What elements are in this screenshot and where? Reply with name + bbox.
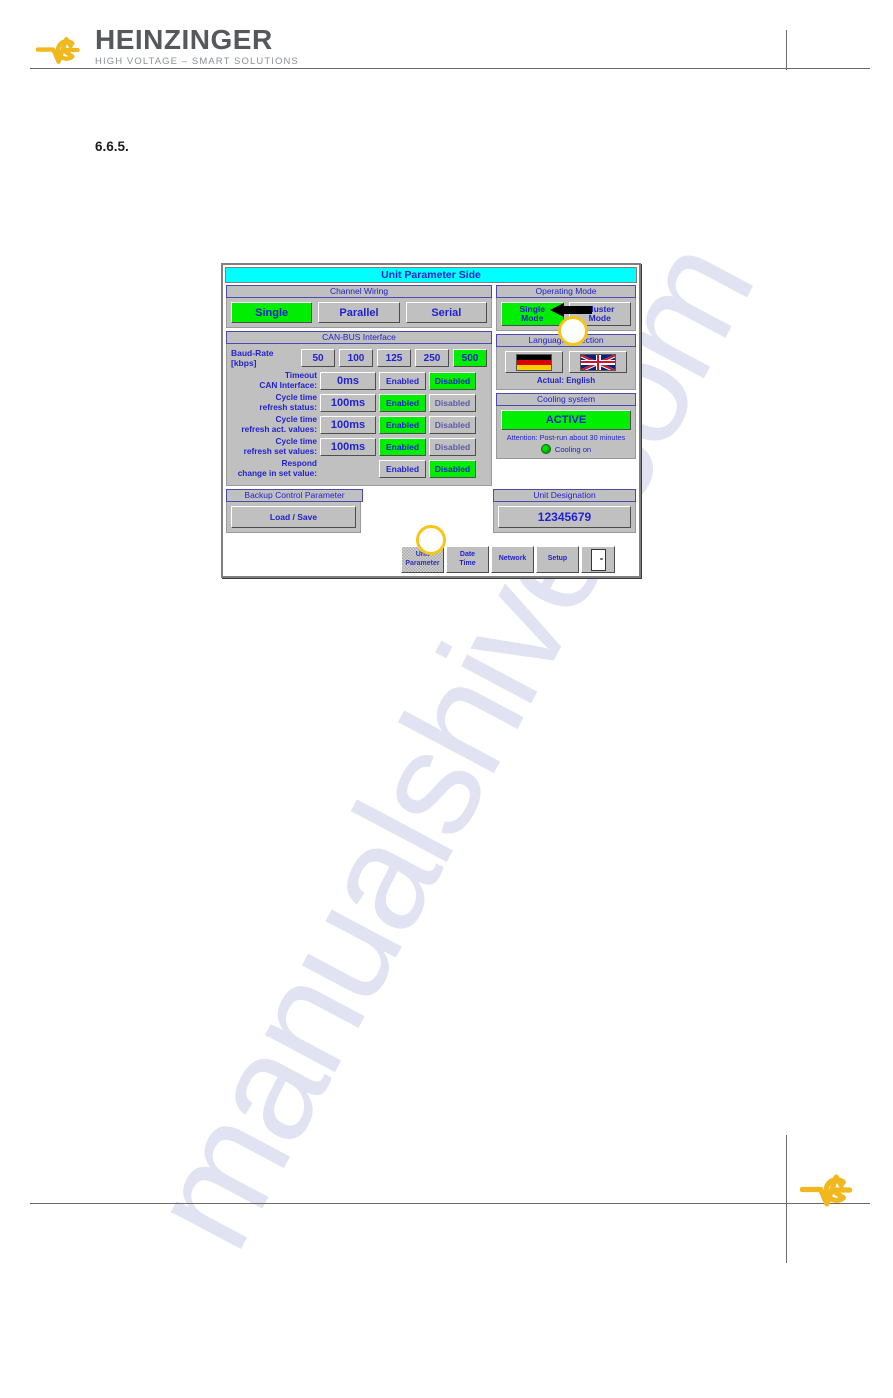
baud-rate-label: Baud-Rate [kbps] xyxy=(231,348,274,368)
header-rule xyxy=(30,68,870,69)
tab-unit-parameter-line2: Parameter xyxy=(405,559,440,567)
tab-date-time-line1: Date xyxy=(459,551,476,558)
language-button-english[interactable] xyxy=(569,351,627,373)
param-value-cycle-refresh-status[interactable]: 100ms xyxy=(320,393,376,412)
brand-name: HEINZINGER xyxy=(95,24,273,55)
baud-option-250[interactable]: 250 xyxy=(415,349,449,367)
canbus-group: CAN-BUS Interface Baud-Rate [kbps] 50 10… xyxy=(226,331,492,486)
param-label-respond-change-in-set-value: Respond change in set value: xyxy=(231,458,317,478)
load-save-button[interactable]: Load / Save xyxy=(231,506,356,528)
english-flag-icon xyxy=(580,353,616,371)
param-row-cycle-refresh-act-values: Cycle time refresh act. values: 100ms En… xyxy=(231,414,487,434)
canbus-header: CAN-BUS Interface xyxy=(226,331,492,344)
cooling-on-label: Cooling on xyxy=(554,444,592,454)
param-value-placeholder xyxy=(320,460,376,478)
param-row-cycle-refresh-status: Cycle time refresh status: 100ms Enabled… xyxy=(231,392,487,412)
language-actual-label: Actual: English xyxy=(536,376,596,385)
param-disabled-cycle-refresh-set-values[interactable]: Disabled xyxy=(429,437,476,456)
operating-mode-header: Operating Mode xyxy=(496,285,636,298)
tab-date-time[interactable]: Date Time xyxy=(446,546,489,573)
param-label-line2: refresh set values: xyxy=(243,445,317,456)
param-label-cycle-refresh-act-values: Cycle time refresh act. values: xyxy=(231,414,317,434)
footer-rule xyxy=(30,1203,870,1204)
cooling-system-header: Cooling system xyxy=(496,393,636,406)
document-page: HEINZINGER HIGH VOLTAGE – SMART SOLUTION… xyxy=(0,0,893,1273)
param-enabled-timeout-can-interface[interactable]: Enabled xyxy=(379,371,426,390)
param-value-cycle-refresh-act-values[interactable]: 100ms xyxy=(320,415,376,434)
param-label-line2: refresh act. values: xyxy=(241,423,317,434)
param-label-cycle-refresh-set-values: Cycle time refresh set values: xyxy=(231,436,317,456)
header-vertical-rule xyxy=(786,30,787,70)
door-exit-icon xyxy=(590,548,606,571)
cooling-status-button[interactable]: ACTIVE xyxy=(501,410,631,430)
backup-control-parameter-group: Backup Control Parameter Load / Save xyxy=(226,489,363,533)
param-label-line2: CAN Interface: xyxy=(259,379,317,390)
footer-logomark-icon xyxy=(800,1174,853,1207)
param-label-line2: refresh status: xyxy=(259,401,317,412)
backup-control-parameter-header: Backup Control Parameter xyxy=(226,489,363,502)
param-label-line2: change in set value: xyxy=(237,467,317,478)
tab-date-time-line2: Time xyxy=(459,559,476,567)
hmi-title-bar: Unit Parameter Side xyxy=(225,267,637,283)
heinzinger-logomark-icon xyxy=(36,36,80,64)
annotation-circle-unit-parameter-tab xyxy=(416,525,446,555)
param-label-timeout-can-interface: Timeout CAN Interface: xyxy=(231,370,317,390)
unit-designation-value[interactable]: 12345679 xyxy=(498,506,631,528)
channel-wiring-option-serial[interactable]: Serial xyxy=(405,302,487,323)
channel-wiring-option-single[interactable]: Single xyxy=(231,302,313,323)
param-disabled-timeout-can-interface[interactable]: Disabled xyxy=(429,371,476,390)
param-enabled-respond-change-in-set-value[interactable]: Enabled xyxy=(379,459,426,478)
cooling-on-led-icon xyxy=(540,444,551,454)
param-value-cycle-refresh-set-values[interactable]: 100ms xyxy=(320,437,376,456)
param-value-timeout-can-interface[interactable]: 0ms xyxy=(320,371,376,390)
tab-setup[interactable]: Setup xyxy=(536,546,579,573)
baud-option-50[interactable]: 50 xyxy=(301,349,335,367)
param-enabled-cycle-refresh-status[interactable]: Enabled xyxy=(379,393,426,412)
param-row-respond-change-in-set-value: Respond change in set value: Enabled Dis… xyxy=(231,458,487,478)
cooling-note: Attention: Post-run about 30 minutes xyxy=(506,433,626,442)
baud-rate-row: Baud-Rate [kbps] 50 100 125 250 500 xyxy=(231,348,487,368)
param-disabled-respond-change-in-set-value[interactable]: Disabled xyxy=(429,459,476,478)
tab-exit[interactable] xyxy=(581,546,615,573)
operating-mode-single-line2: Mode xyxy=(521,313,544,323)
param-row-timeout-can-interface: Timeout CAN Interface: 0ms Enabled Disab… xyxy=(231,370,487,390)
param-disabled-cycle-refresh-act-values[interactable]: Disabled xyxy=(429,415,476,434)
baud-option-125[interactable]: 125 xyxy=(377,349,411,367)
language-button-german[interactable] xyxy=(505,351,563,373)
cooling-system-group: Cooling system ACTIVE Attention: Post-ru… xyxy=(496,393,636,459)
tab-network[interactable]: Network xyxy=(491,546,534,573)
unit-designation-header: Unit Designation xyxy=(493,489,636,502)
param-enabled-cycle-refresh-act-values[interactable]: Enabled xyxy=(379,415,426,434)
section-number: 6.6.5. xyxy=(95,139,129,154)
channel-wiring-option-parallel[interactable]: Parallel xyxy=(318,302,400,323)
footer-vertical-rule xyxy=(786,1135,787,1263)
channel-wiring-header: Channel Wiring xyxy=(226,285,492,298)
german-flag-icon xyxy=(516,353,552,371)
baud-option-500[interactable]: 500 xyxy=(453,349,487,367)
baud-option-100[interactable]: 100 xyxy=(339,349,373,367)
param-label-cycle-refresh-status: Cycle time refresh status: xyxy=(231,392,317,412)
heinzinger-logo: HEINZINGER HIGH VOLTAGE – SMART SOLUTION… xyxy=(36,26,299,67)
annotation-arrow-icon xyxy=(550,303,592,317)
param-enabled-cycle-refresh-set-values[interactable]: Enabled xyxy=(379,437,426,456)
param-row-cycle-refresh-set-values: Cycle time refresh set values: 100ms Ena… xyxy=(231,436,487,456)
brand-tagline: HIGH VOLTAGE – SMART SOLUTIONS xyxy=(95,56,299,67)
unit-designation-group: Unit Designation 12345679 xyxy=(493,489,636,533)
channel-wiring-group: Channel Wiring Single Parallel Serial xyxy=(226,285,492,328)
param-disabled-cycle-refresh-status[interactable]: Disabled xyxy=(429,393,476,412)
annotation-circle-operating-mode xyxy=(558,316,588,346)
